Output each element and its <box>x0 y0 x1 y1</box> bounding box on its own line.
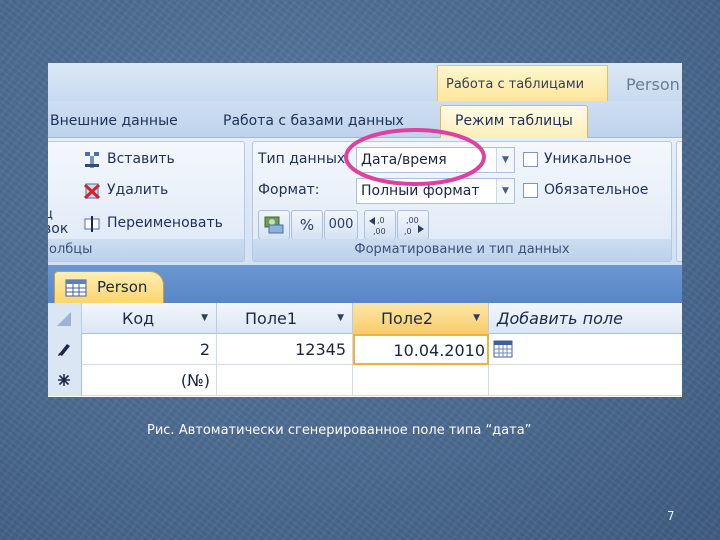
chevron-down-icon[interactable]: ▼ <box>496 148 514 172</box>
fields-panel-footer: олбцы <box>48 239 244 261</box>
cell-value: (№) <box>180 371 210 390</box>
document-title: Person <box>626 75 680 94</box>
sort-arrow-icon[interactable]: ▼ <box>201 313 208 323</box>
unique-checkbox[interactable] <box>523 152 538 167</box>
cell-kod[interactable]: 2 <box>82 334 217 365</box>
decrease-decimals-icon: ,00 ,0 <box>404 216 424 236</box>
cell-value: 2 <box>199 340 210 359</box>
percent-symbol: % <box>299 216 315 234</box>
delete-button[interactable]: Удалить <box>107 182 168 198</box>
document-tab-label: Person <box>97 278 148 296</box>
edit-pencil-icon <box>58 344 70 356</box>
highlight-ellipse <box>344 128 486 186</box>
next-panel-edge <box>676 141 682 262</box>
required-checkbox[interactable] <box>523 183 538 198</box>
access-screenshot: Работа с таблицами Person Внешние данные… <box>48 63 682 397</box>
calendar-icon[interactable] <box>493 339 513 359</box>
svg-text:,0: ,0 <box>377 216 385 225</box>
fields-columns-panel: ц вок Вставить Удалить Переименовать олб… <box>48 141 245 262</box>
required-label: Обязательное <box>544 182 649 198</box>
datasheet-view: Person Код ▼ Поле1 ▼ Поле2 ▼ Добавить по… <box>48 265 682 397</box>
ribbon-context-row: Работа с таблицами Person <box>48 63 682 101</box>
cut-off-word: вок <box>48 221 69 237</box>
table-icon <box>65 279 87 297</box>
figure-caption: Рис. Автоматически сгенерированное поле … <box>147 423 532 438</box>
row-selector[interactable] <box>48 365 82 396</box>
cell-pole1[interactable] <box>217 365 353 396</box>
column-header-row: Код ▼ Поле1 ▼ Поле2 ▼ Добавить поле <box>48 303 682 334</box>
cell-add-field[interactable] <box>489 334 682 365</box>
column-header-label: Код <box>122 309 155 328</box>
column-header-label: Добавить поле <box>497 309 623 328</box>
cell-value: 12345 <box>295 340 346 359</box>
cut-off-char: ц <box>48 207 53 222</box>
increase-decimals-icon: ,0 ,00 <box>369 216 386 236</box>
svg-text:,00: ,00 <box>406 216 419 225</box>
delete-column-icon <box>83 183 101 200</box>
format-label: Формат: <box>258 182 320 198</box>
svg-text:,00: ,00 <box>373 227 386 236</box>
cell-pole2[interactable] <box>353 365 489 396</box>
column-header-label: Поле1 <box>245 309 298 328</box>
document-tab-person[interactable]: Person <box>54 271 164 303</box>
currency-format-button[interactable] <box>258 210 290 240</box>
table-row[interactable]: 2 12345 10.04.2010 <box>48 334 682 365</box>
thousands-symbol: 000 <box>328 217 354 232</box>
percent-format-button[interactable]: % <box>291 210 323 240</box>
slide-number: 7 <box>667 509 675 523</box>
cell-pole1[interactable]: 12345 <box>217 334 353 365</box>
cell-value: 10.04.2010 <box>393 341 485 360</box>
unique-label: Уникальное <box>544 151 632 167</box>
chevron-down-icon[interactable]: ▼ <box>496 179 514 203</box>
data-type-label: Тип данных: <box>258 151 350 167</box>
svg-text:,0: ,0 <box>404 227 412 236</box>
datatype-panel-footer: Форматирование и тип данных <box>253 239 671 261</box>
document-tab-strip: Person <box>48 265 682 303</box>
column-header-label: Поле2 <box>381 309 434 328</box>
rename-column-icon <box>84 216 100 232</box>
increase-decimals-button[interactable]: ,0 ,00 <box>364 210 396 240</box>
thousands-format-button[interactable]: 000 <box>324 210 358 240</box>
tab-external-data[interactable]: Внешние данные <box>50 113 178 129</box>
table-row-new[interactable]: (№) <box>48 365 682 396</box>
column-header-pole2[interactable]: Поле2 ▼ <box>353 303 489 334</box>
sort-arrow-icon[interactable]: ▼ <box>337 313 344 323</box>
column-header-pole1[interactable]: Поле1 ▼ <box>217 303 353 334</box>
rename-button[interactable]: Переименовать <box>107 215 223 231</box>
datatype-panel-footer-label: Форматирование и тип данных <box>354 242 570 257</box>
cell-pole2-active[interactable]: 10.04.2010 <box>353 334 489 365</box>
column-header-add-field[interactable]: Добавить поле <box>489 303 682 334</box>
contextual-group-label: Работа с таблицами <box>446 77 585 92</box>
sort-arrow-icon[interactable]: ▼ <box>473 313 480 323</box>
insert-column-icon <box>85 152 99 168</box>
fields-panel-footer-label: олбцы <box>49 242 93 257</box>
cell-add-field[interactable] <box>489 365 682 396</box>
select-all-corner[interactable] <box>48 303 82 334</box>
new-record-star-icon <box>58 374 70 386</box>
column-header-kod[interactable]: Код ▼ <box>82 303 217 334</box>
decrease-decimals-button[interactable]: ,00 ,0 <box>397 210 429 240</box>
corner-triangle-icon <box>57 312 71 326</box>
cell-kod[interactable]: (№) <box>82 365 217 396</box>
insert-button[interactable]: Вставить <box>107 151 175 167</box>
row-selector[interactable] <box>48 334 82 365</box>
currency-icon <box>264 216 284 234</box>
